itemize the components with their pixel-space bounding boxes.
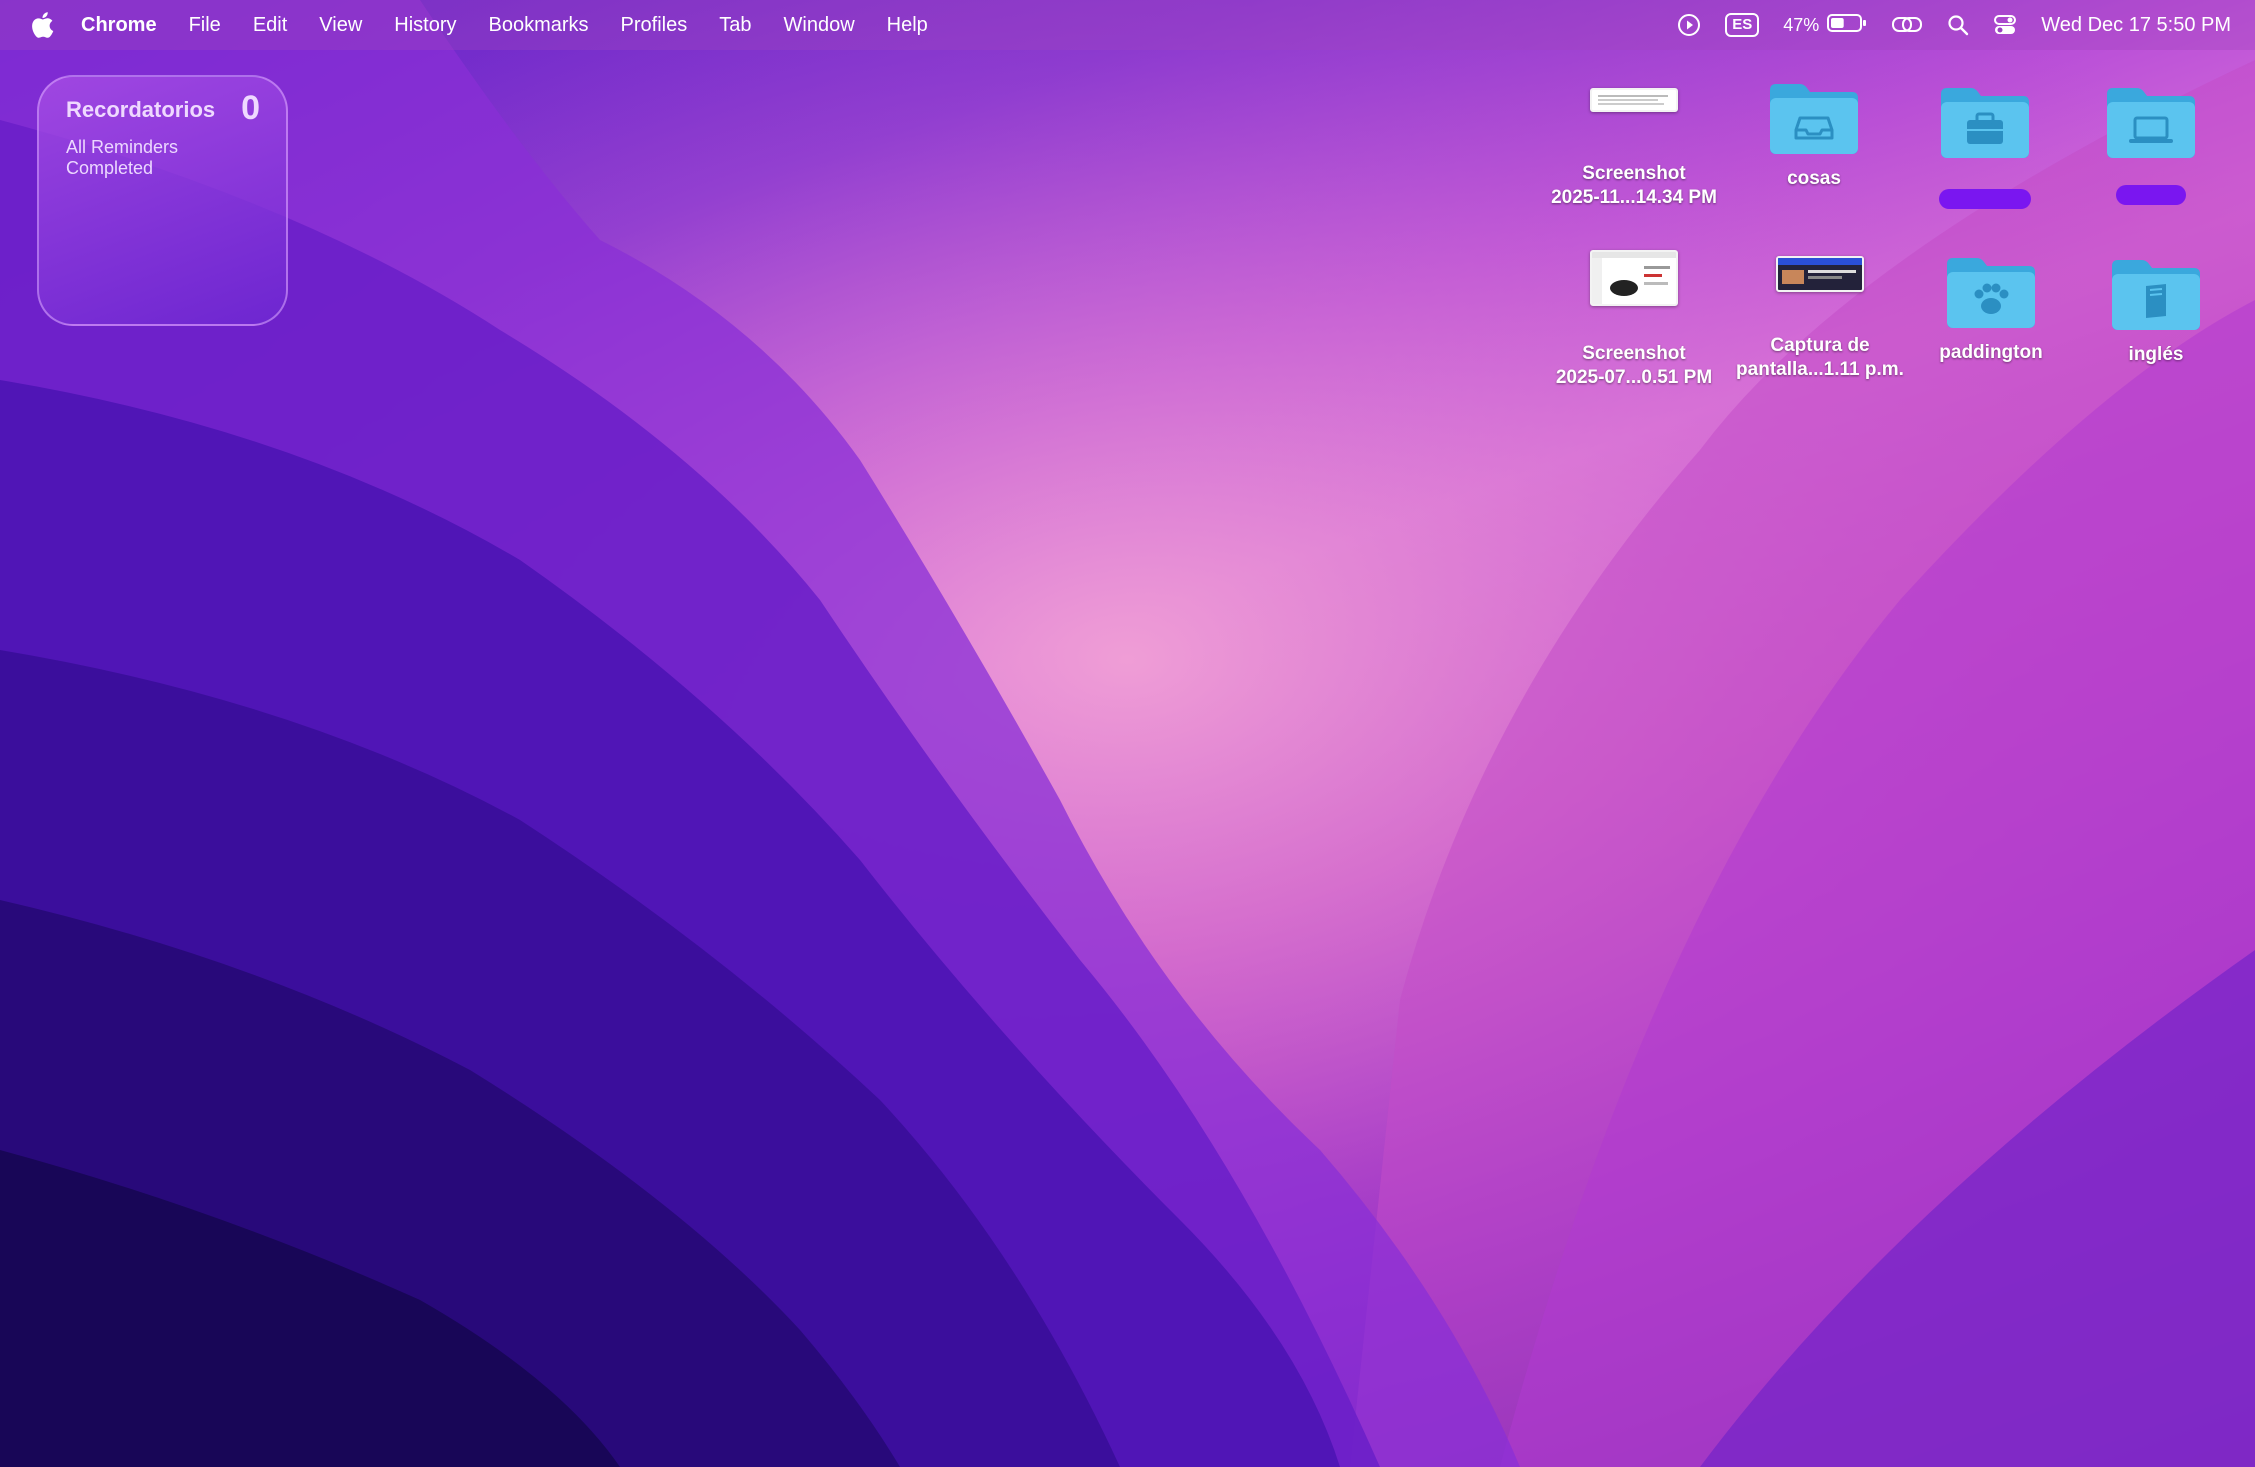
briefcase-folder-icon	[1937, 82, 2033, 167]
book-folder-icon	[2108, 254, 2204, 339]
desktop-folder-briefcase-redacted[interactable]	[1892, 82, 2078, 209]
screen-mirroring-icon[interactable]	[1891, 13, 1923, 37]
reminders-widget[interactable]: Recordatorios 0 All Reminders Completed	[37, 75, 288, 326]
menu-window[interactable]: Window	[784, 14, 855, 37]
menu-help[interactable]: Help	[887, 14, 928, 37]
input-source-indicator[interactable]: ES	[1725, 13, 1760, 37]
laptop-folder-icon	[2103, 82, 2199, 167]
redacted-label	[1939, 189, 2031, 209]
widget-status-text: All Reminders Completed	[66, 137, 179, 178]
desktop-file-screenshot-2025-11[interactable]: Screenshot 2025-11...14.34 PM	[1541, 82, 1727, 210]
desktop-folder-label: paddington	[1939, 342, 2043, 363]
battery-status[interactable]: 47%	[1783, 13, 1867, 38]
paw-folder-icon	[1943, 252, 2039, 337]
menu-edit[interactable]: Edit	[253, 14, 287, 37]
desktop-file-label-line2: pantalla...1.11 p.m.	[1736, 359, 1904, 380]
desktop-folder-paddington[interactable]: paddington	[1898, 252, 2084, 365]
desktop-file-label-line1: Screenshot	[1582, 343, 1686, 364]
desktop-file-captura-de-pantalla[interactable]: Captura de pantalla...1.11 p.m.	[1727, 256, 1913, 382]
screenshot-thumbnail	[1776, 256, 1864, 292]
menu-file[interactable]: File	[189, 14, 221, 37]
apple-logo-icon[interactable]	[27, 9, 57, 41]
battery-icon	[1827, 13, 1867, 38]
desktop-file-label-line2: 2025-07...0.51 PM	[1555, 367, 1713, 388]
control-center-icon[interactable]	[1993, 13, 2017, 37]
now-playing-icon[interactable]	[1677, 13, 1701, 37]
menu-app-name[interactable]: Chrome	[81, 14, 157, 37]
menu-profiles[interactable]: Profiles	[621, 14, 688, 37]
desktop-file-label-line2: 2025-11...14.34 PM	[1551, 187, 1717, 208]
widget-title: Recordatorios	[66, 97, 216, 122]
menu-bookmarks[interactable]: Bookmarks	[489, 14, 589, 37]
desktop-folder-laptop-redacted[interactable]	[2058, 82, 2244, 205]
redacted-label	[2116, 185, 2186, 205]
desktop-file-screenshot-2025-07[interactable]: Screenshot 2025-07...0.51 PM	[1541, 250, 1727, 390]
screenshot-thumbnail	[1590, 250, 1678, 306]
desktop-file-label-line1: Captura de	[1770, 335, 1870, 356]
desktop[interactable]: Chrome File Edit View History Bookmarks …	[0, 0, 2255, 1467]
spotlight-search-icon[interactable]	[1947, 14, 1969, 36]
menu-bar-status-area: ES 47% Wed Dec 17 5:50 PM	[1677, 0, 2231, 50]
menu-history[interactable]: History	[394, 14, 456, 37]
tray-folder-icon	[1766, 78, 1862, 163]
desktop-file-label-line1: Screenshot	[1582, 163, 1686, 184]
widget-reminder-count: 0	[241, 89, 260, 127]
desktop-folder-ingles[interactable]: inglés	[2063, 254, 2249, 367]
menu-view[interactable]: View	[319, 14, 362, 37]
desktop-folder-label: inglés	[2128, 344, 2184, 365]
menu-bar-clock[interactable]: Wed Dec 17 5:50 PM	[2041, 14, 2231, 37]
wallpaper	[0, 0, 2255, 1467]
menu-tab[interactable]: Tab	[719, 14, 751, 37]
battery-percent: 47%	[1783, 14, 1820, 35]
menu-bar: Chrome File Edit View History Bookmarks …	[0, 0, 2255, 50]
desktop-folder-cosas[interactable]: cosas	[1721, 78, 1907, 191]
desktop-folder-label: cosas	[1787, 168, 1841, 189]
screenshot-thumbnail	[1590, 88, 1678, 112]
